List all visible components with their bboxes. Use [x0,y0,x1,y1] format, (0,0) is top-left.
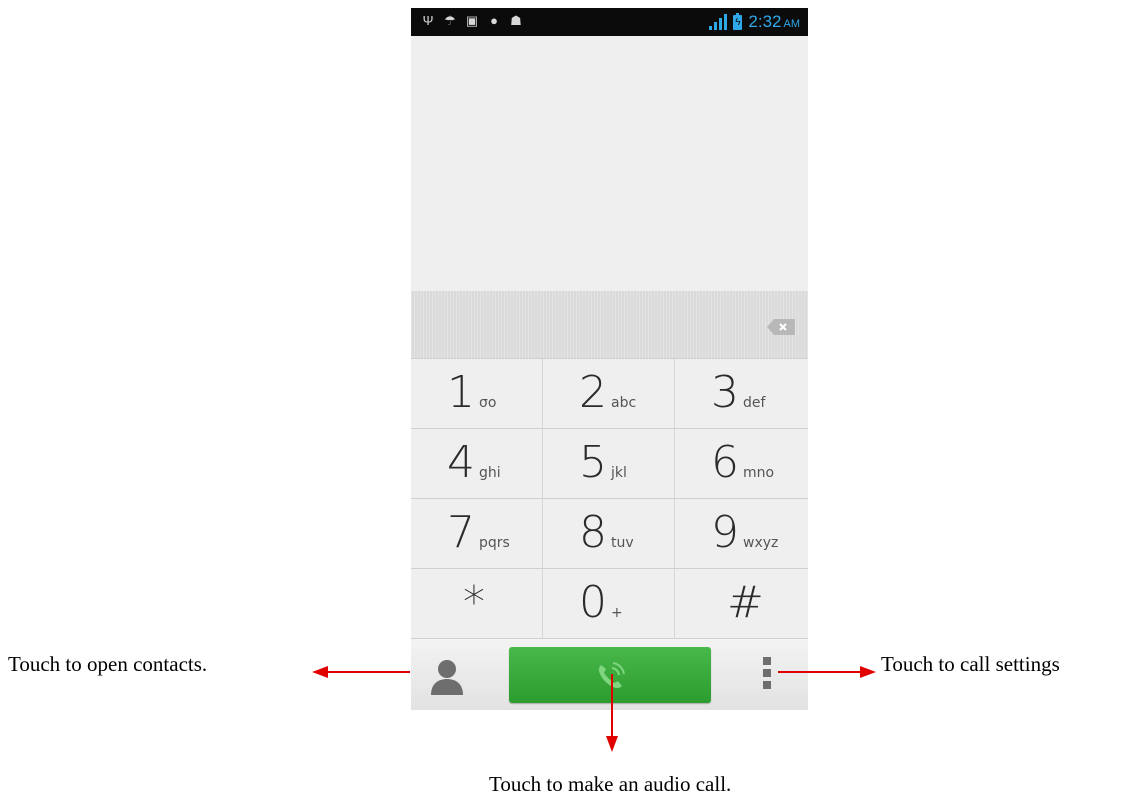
key-letters: def [743,395,766,411]
key-star[interactable]: * [411,568,543,638]
key-5[interactable]: 5 jkl [543,428,675,498]
key-digit: 4 [447,437,475,488]
message-icon: ▣ [465,13,479,28]
key-7[interactable]: 7 pqrs [411,498,543,568]
phone-screen: Ψ ☂ ▣ ● ☗ 2:32AM 1σο 2abc 3def 4ghi 5jkl… [411,8,808,710]
wifi-icon: ☂ [444,13,456,28]
key-letters: wxyz [743,535,779,551]
alert-icon: ● [490,13,498,28]
key-letters: + [611,605,623,621]
call-button[interactable] [509,647,711,703]
key-8[interactable]: 8 tuv [543,498,675,568]
annotation-call: Touch to make an audio call. [489,772,732,796]
status-bar: Ψ ☂ ▣ ● ☗ 2:32AM [411,8,808,36]
key-6[interactable]: 6 mno [675,428,808,498]
key-3[interactable]: 3 def [675,358,808,428]
key-letters: mno [743,465,775,481]
clock-time: 2:32 [748,12,782,31]
key-1[interactable]: 1 σο [411,358,543,428]
key-letters: ghi [479,465,501,481]
overflow-menu-icon[interactable] [763,657,773,693]
key-letters: pqrs [479,535,510,551]
battery-icon [733,12,743,30]
key-digit: 0 [579,577,607,628]
key-letters: abc [611,395,637,411]
notification-icons: Ψ ☂ ▣ ● ☗ [421,14,523,28]
key-2[interactable]: 2 abc [543,358,675,428]
key-digit: 7 [447,507,475,558]
backspace-icon[interactable] [766,318,796,336]
clock-ampm: AM [783,18,801,30]
key-9[interactable]: 9 wxyz [675,498,808,568]
signal-icon [709,14,728,30]
annotation-contacts: Touch to open contacts. [8,652,208,676]
voicemail-icon: σο [479,395,497,411]
status-right: 2:32AM [709,12,800,32]
key-digit: 5 [579,437,607,488]
key-digit: # [727,577,764,628]
status-clock: 2:32 AM [748,12,800,32]
contacts-icon[interactable] [429,657,465,697]
key-digit: 3 [711,367,739,418]
key-digit: 1 [447,367,475,418]
phone-icon [598,662,625,689]
key-digit: 9 [711,507,739,558]
dialer-action-bar [411,638,808,710]
usb-icon: Ψ [422,13,434,28]
arrow-to-contacts [312,666,410,678]
dial-keypad: 1 σο 2 abc 3 def 4 ghi 5 jkl 6 mno 7 pqrs 8 tuv … [411,358,808,638]
annotation-settings: Touch to call settings [881,652,1060,676]
dialer-display-area [411,36,808,291]
key-digit: 2 [579,367,607,418]
key-letters: tuv [611,535,634,551]
key-4[interactable]: 4 ghi [411,428,543,498]
key-digit: 6 [711,437,739,488]
digits-field[interactable] [411,291,808,358]
key-digit: 8 [579,507,607,558]
key-letters: jkl [611,465,627,481]
android-icon: ☗ [510,13,522,28]
key-hash[interactable]: # [675,568,808,638]
key-0[interactable]: 0 + [543,568,675,638]
key-digit: * [463,577,485,628]
